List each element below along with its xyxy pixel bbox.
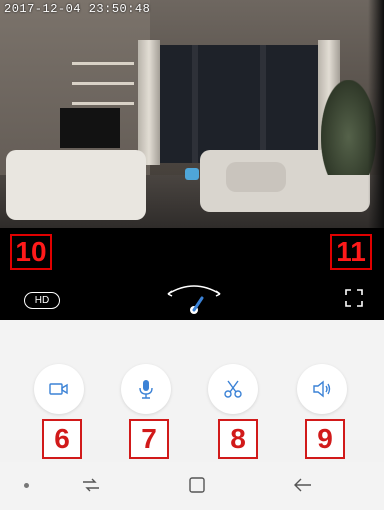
video-camera-icon xyxy=(49,383,68,395)
ptz-dial-icon[interactable] xyxy=(162,272,226,318)
camera-video-feed[interactable]: 2017-12-04 23:50:48 xyxy=(0,0,384,228)
back-icon[interactable] xyxy=(290,472,316,498)
microphone-button[interactable] xyxy=(121,364,171,414)
scene-blanket xyxy=(226,162,286,192)
annotation-label-6: 6 xyxy=(42,419,82,459)
scene-curtain xyxy=(138,40,160,165)
scene-window-frame xyxy=(260,45,266,163)
scene-armchair xyxy=(6,150,146,220)
snapshot-button[interactable] xyxy=(208,364,258,414)
scene-tv xyxy=(60,108,120,148)
action-panel: 6 7 8 9 xyxy=(0,320,384,459)
scene-object xyxy=(185,168,199,180)
recent-apps-icon[interactable] xyxy=(78,472,104,498)
hd-quality-button[interactable]: HD xyxy=(24,292,60,309)
annotation-label-10: 10 xyxy=(10,234,52,270)
annotation-label-9: 9 xyxy=(305,419,345,459)
scene-shelf xyxy=(72,82,134,85)
video-control-strip: 10 11 HD xyxy=(0,228,384,320)
scene-shelf xyxy=(72,62,134,65)
system-nav-bar xyxy=(0,462,384,510)
video-timestamp: 2017-12-04 23:50:48 xyxy=(4,2,151,16)
annotation-label-11: 11 xyxy=(330,234,372,270)
home-icon[interactable] xyxy=(184,472,210,498)
nav-dot-indicator xyxy=(24,483,29,488)
record-video-button[interactable] xyxy=(34,364,84,414)
speaker-icon xyxy=(313,380,331,398)
speaker-button[interactable] xyxy=(297,364,347,414)
scene-window xyxy=(150,45,340,163)
annotation-label-7: 7 xyxy=(129,419,169,459)
annotation-label-8: 8 xyxy=(218,419,258,459)
microphone-icon xyxy=(139,380,153,399)
scene-window-frame xyxy=(192,45,198,163)
scene-shadow xyxy=(368,0,384,228)
scene-shelf xyxy=(72,102,134,105)
fullscreen-icon[interactable] xyxy=(344,288,364,308)
scissors-icon xyxy=(224,380,242,398)
